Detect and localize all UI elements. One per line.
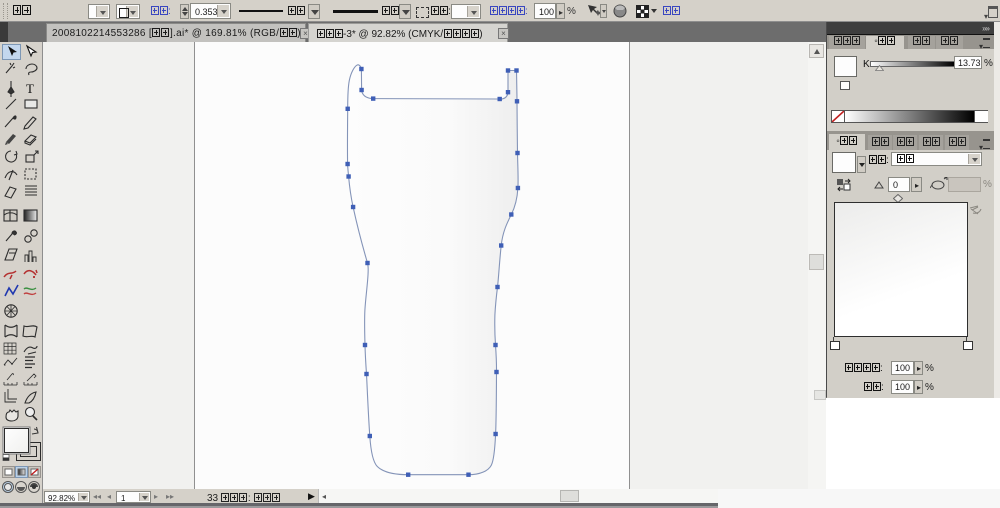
svg-text:T: T: [26, 81, 34, 96]
